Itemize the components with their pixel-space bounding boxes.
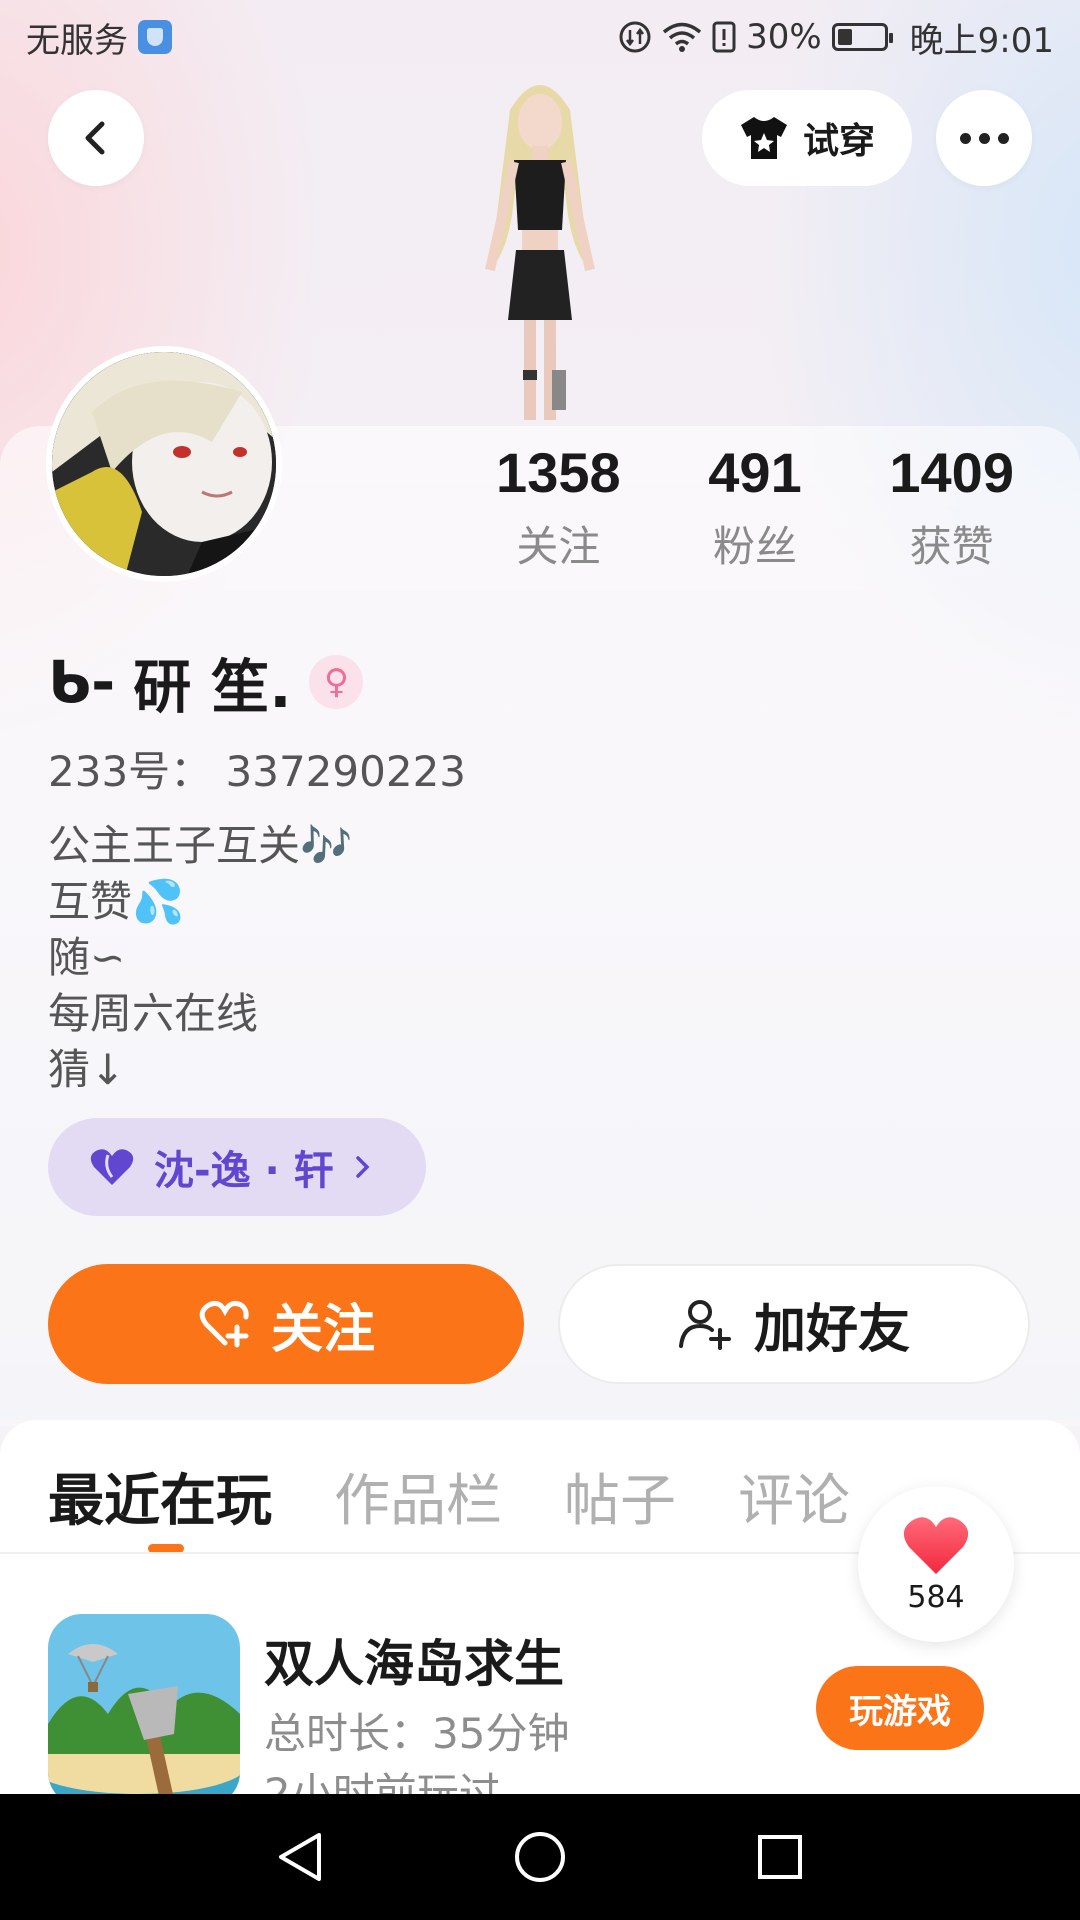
add-friend-button[interactable]: 加好友	[558, 1264, 1030, 1384]
back-button[interactable]	[48, 90, 144, 186]
nav-home-button[interactable]	[500, 1817, 580, 1897]
stat-value: 491	[708, 441, 802, 504]
battery-icon	[831, 23, 893, 51]
profile-tabs: 最近在玩 作品栏 帖子 评论	[48, 1456, 850, 1537]
follow-button[interactable]: 关注	[48, 1264, 524, 1384]
more-button[interactable]	[936, 90, 1032, 186]
avatar-figure[interactable]	[440, 70, 640, 430]
heart-plus-icon	[199, 1301, 249, 1348]
stat-label: 关注	[516, 522, 601, 571]
chevron-right-icon	[355, 1156, 370, 1178]
stat-label: 粉丝	[713, 522, 798, 571]
shirt-icon	[740, 117, 787, 159]
name-prefix: ᑲ-	[48, 648, 116, 716]
cp-partner-name: 沈-逸 · 轩	[154, 1148, 334, 1194]
play-game-button[interactable]: 玩游戏	[816, 1666, 984, 1750]
shield-icon	[138, 20, 172, 54]
nav-home-icon	[515, 1832, 565, 1882]
tab-comments[interactable]: 评论	[738, 1456, 850, 1537]
system-nav-bar	[0, 1794, 1080, 1920]
heart-icon	[90, 1149, 134, 1185]
nav-recents-button[interactable]	[740, 1817, 820, 1897]
stat-label: 获赞	[909, 522, 994, 571]
profile-bio: 公主王子互关🎶 互赞💦 随∽ 每周六在线 猜↓	[48, 821, 353, 1094]
name-row: ᑲ- 研 笙. ♀	[48, 640, 364, 724]
stats-row: 1358 关注 491 粉丝 1409 获赞	[460, 440, 1050, 574]
game-icon	[48, 1614, 240, 1794]
try-on-button[interactable]: 试穿	[702, 90, 912, 186]
like-count: 584	[907, 1579, 965, 1615]
nav-recents-icon	[758, 1835, 802, 1879]
like-button[interactable]: 584	[858, 1486, 1014, 1642]
alert-icon	[712, 21, 736, 53]
stat-followers[interactable]: 491 粉丝	[657, 440, 854, 574]
tab-posts[interactable]: 帖子	[564, 1456, 676, 1537]
cp-partner-pill[interactable]: 沈-逸 · 轩	[48, 1118, 426, 1216]
stat-value: 1409	[889, 441, 1014, 504]
try-on-label: 试穿	[802, 121, 875, 162]
game-title: 双人海岛求生	[264, 1635, 564, 1693]
user-id[interactable]: 233号： 337290223	[48, 738, 466, 799]
tab-works[interactable]: 作品栏	[334, 1456, 502, 1537]
stat-likes[interactable]: 1409 获赞	[853, 440, 1050, 574]
heart-icon	[903, 1516, 969, 1574]
game-last-played: 2小时前玩过	[264, 1769, 501, 1794]
wifi-icon	[662, 22, 702, 52]
carrier-text: 无服务	[26, 20, 128, 61]
avatar[interactable]	[46, 346, 282, 582]
tab-recently-played[interactable]: 最近在玩	[48, 1456, 272, 1537]
status-bar: 无服务 30% 晚上9:01	[0, 0, 1080, 74]
follow-label: 关注	[270, 1299, 375, 1360]
nav-back-button[interactable]	[260, 1817, 340, 1897]
battery-percent: 30%	[746, 17, 822, 57]
person-add-icon	[678, 1300, 731, 1350]
stat-value: 1358	[496, 441, 621, 504]
clock-text: 晚上9:01	[909, 20, 1054, 61]
stat-following[interactable]: 1358 关注	[460, 440, 657, 574]
gender-female-icon: ♀	[309, 655, 364, 709]
profile-name: 研 笙.	[133, 653, 292, 721]
game-duration: 总时长：35分钟	[264, 1709, 570, 1758]
back-icon	[85, 121, 105, 155]
add-friend-label: 加好友	[753, 1299, 910, 1360]
data-icon	[619, 21, 651, 53]
nav-back-icon	[279, 1833, 321, 1881]
more-icon	[959, 132, 1009, 144]
